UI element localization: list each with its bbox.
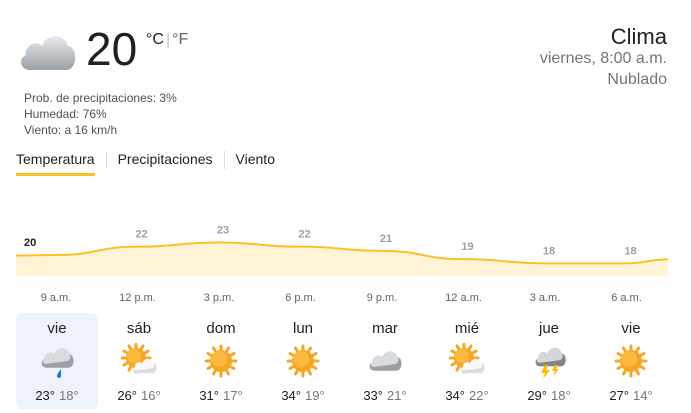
chart-value-label: 19: [461, 241, 473, 253]
chart-value-label: 21: [380, 233, 392, 245]
tab-divider: [223, 151, 225, 169]
chart-time-label: 3 p.m.: [204, 292, 235, 304]
day-forecast-3[interactable]: lun 34° 19°: [262, 313, 344, 409]
day-temperatures: 27° 14°: [590, 388, 672, 403]
day-name: mar: [372, 320, 398, 337]
day-forecast-7[interactable]: vie 27° 14°: [590, 313, 672, 409]
low-temperature: 19°: [305, 388, 325, 403]
day-temperatures: 34° 19°: [262, 388, 344, 403]
current-condition: Nublado: [607, 71, 667, 88]
tab-divider: [105, 151, 107, 169]
cloudy-icon: [367, 343, 403, 379]
chart-value-label: 22: [135, 229, 147, 241]
low-temperature: 14°: [633, 388, 653, 403]
sun-icon: [285, 343, 321, 379]
high-temperature: 23°: [35, 388, 55, 403]
day-forecast-6[interactable]: jue 29° 18°: [508, 313, 590, 409]
day-temperatures: 33° 21°: [344, 388, 426, 403]
high-temperature: 34°: [445, 388, 465, 403]
high-temperature: 29°: [527, 388, 547, 403]
day-name: vie: [47, 320, 67, 337]
weather-title: Clima: [610, 24, 667, 49]
rain-cloud-icon: [39, 343, 75, 379]
low-temperature: 18°: [551, 388, 571, 403]
chart-value-label: 20: [24, 237, 36, 249]
high-temperature: 26°: [117, 388, 137, 403]
low-temperature: 18°: [59, 388, 79, 403]
unit-toggle: °C | °F: [146, 31, 188, 49]
high-temperature: 27°: [609, 388, 629, 403]
day-name: dom: [206, 320, 236, 337]
sun-icon: [203, 343, 239, 379]
day-temperatures: 23° 18°: [16, 388, 98, 403]
day-forecast-0[interactable]: vie 23° 18°: [16, 313, 98, 409]
day-name: mié: [454, 320, 480, 337]
low-temperature: 17°: [223, 388, 243, 403]
chart-value-label: 18: [624, 245, 636, 257]
tab-precipitaciones[interactable]: Precipitaciones: [118, 151, 213, 173]
celsius-unit[interactable]: °C: [146, 31, 164, 48]
sun-icon: [613, 343, 649, 379]
chart-time-label: 6 p.m.: [285, 292, 316, 304]
chart-time-label: 6 a.m.: [611, 292, 642, 304]
day-name: jue: [538, 320, 560, 337]
day-name: sáb: [126, 320, 152, 337]
chart-time-label: 9 p.m.: [367, 292, 398, 304]
low-temperature: 16°: [141, 388, 161, 403]
day-name: lun: [292, 320, 314, 337]
day-temperatures: 26° 16°: [98, 388, 180, 403]
high-temperature: 34°: [281, 388, 301, 403]
wind-detail: Viento: a 16 km/h: [24, 123, 118, 137]
chart-tabs: Temperatura Precipitaciones Viento: [16, 151, 275, 179]
day-name: vie: [621, 320, 641, 337]
chart-value-label: 23: [217, 225, 229, 237]
day-temperatures: 29° 18°: [508, 388, 590, 403]
tab-viento[interactable]: Viento: [236, 151, 275, 173]
current-temperature: 20: [86, 23, 138, 75]
chart-value-label: 18: [543, 245, 555, 257]
chart-value-label: 22: [298, 229, 310, 241]
humidity-detail: Humedad: 76%: [24, 107, 107, 121]
high-temperature: 31°: [199, 388, 219, 403]
day-forecast-1[interactable]: sáb 26° 16°: [98, 313, 180, 409]
cloudy-icon: [16, 26, 78, 76]
unit-separator: |: [165, 31, 171, 48]
high-temperature: 33°: [363, 388, 383, 403]
low-temperature: 22°: [469, 388, 489, 403]
day-temperatures: 34° 22°: [426, 388, 508, 403]
chart-time-label: 9 a.m.: [41, 292, 72, 304]
tab-temperatura[interactable]: Temperatura: [16, 151, 95, 176]
daily-forecast: vie 23° 18° sáb 26° 16° dom 31° 17° lun 34° 19° ma…: [16, 313, 672, 409]
partly-sunny-icon: [448, 342, 485, 379]
temperature-chart[interactable]: 20 9 a.m. 22 12 p.m. 23 3 p.m. 22 6 p.m. 21 9 p.m…: [0, 200, 691, 306]
low-temperature: 21°: [387, 388, 407, 403]
chart-time-label: 12 a.m.: [445, 292, 482, 304]
day-forecast-4[interactable]: mar 33° 21°: [344, 313, 426, 409]
day-temperatures: 31° 17°: [180, 388, 262, 403]
day-forecast-5[interactable]: mié 34° 22°: [426, 313, 508, 409]
partly-sunny-icon: [120, 342, 157, 379]
current-datetime: viernes, 8:00 a.m.: [539, 50, 667, 67]
fahrenheit-unit[interactable]: °F: [172, 31, 188, 48]
thunderstorm-icon: [531, 343, 567, 379]
chart-time-label: 12 p.m.: [119, 292, 156, 304]
precipitation-detail: Prob. de precipitaciones: 3%: [24, 91, 177, 105]
day-forecast-2[interactable]: dom 31° 17°: [180, 313, 262, 409]
chart-time-label: 3 a.m.: [530, 292, 561, 304]
